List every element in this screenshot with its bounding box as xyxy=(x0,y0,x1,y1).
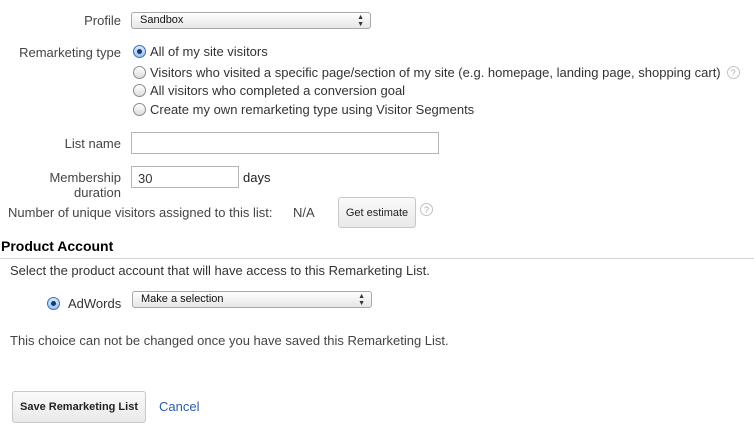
cancel-link[interactable]: Cancel xyxy=(159,399,199,414)
list-name-input[interactable] xyxy=(131,132,439,154)
radio-icon[interactable] xyxy=(133,65,146,79)
estimate-label: Number of unique visitors assigned to th… xyxy=(8,205,273,220)
remarketing-option-label: Visitors who visited a specific page/sec… xyxy=(150,64,721,80)
product-account-title: Product Account xyxy=(1,238,114,254)
profile-select-value: Sandbox xyxy=(140,14,184,26)
remarketing-option-all-visitors[interactable]: All of my site visitors xyxy=(133,42,268,60)
membership-duration-label: Membership duration xyxy=(49,170,121,200)
remarketing-type-label: Remarketing type xyxy=(19,45,121,60)
membership-unit: days xyxy=(243,170,271,185)
product-account-description: Select the product account that will hav… xyxy=(10,263,430,278)
section-divider xyxy=(0,258,754,259)
remarketing-option-specific-page[interactable]: Visitors who visited a specific page/sec… xyxy=(133,63,740,81)
select-arrows-icon: ▲ ▼ xyxy=(357,13,364,28)
remarketing-option-conversion-goal[interactable]: All visitors who completed a conversion … xyxy=(133,81,405,99)
adwords-account-select[interactable]: Make a selection ▲ ▼ xyxy=(132,291,372,308)
profile-label: Profile xyxy=(84,13,121,28)
radio-icon[interactable] xyxy=(133,102,146,116)
radio-selected-icon[interactable] xyxy=(47,297,60,310)
list-name-label: List name xyxy=(64,136,121,151)
estimate-value: N/A xyxy=(293,205,315,220)
radio-selected-icon[interactable] xyxy=(133,44,146,58)
help-icon[interactable]: ? xyxy=(726,65,740,79)
adwords-account-select-value: Make a selection xyxy=(141,293,224,305)
membership-duration-input[interactable]: 30 xyxy=(131,166,239,188)
help-icon[interactable]: ? xyxy=(420,203,433,216)
remarketing-option-label: All of my site visitors xyxy=(150,43,268,59)
adwords-option-label: AdWords xyxy=(68,296,122,311)
profile-select[interactable]: Sandbox ▲ ▼ xyxy=(131,12,371,29)
remarketing-option-label: Create my own remarketing type using Vis… xyxy=(150,101,475,117)
radio-icon[interactable] xyxy=(133,83,146,97)
product-account-note: This choice can not be changed once you … xyxy=(10,333,449,348)
remarketing-option-label: All visitors who completed a conversion … xyxy=(150,82,406,98)
get-estimate-button[interactable]: Get estimate xyxy=(338,197,416,228)
remarketing-option-visitor-segments[interactable]: Create my own remarketing type using Vis… xyxy=(133,100,474,118)
select-arrows-icon: ▲ ▼ xyxy=(358,292,365,307)
save-remarketing-list-button[interactable]: Save Remarketing List xyxy=(12,391,146,423)
adwords-option[interactable]: AdWords xyxy=(47,296,121,311)
